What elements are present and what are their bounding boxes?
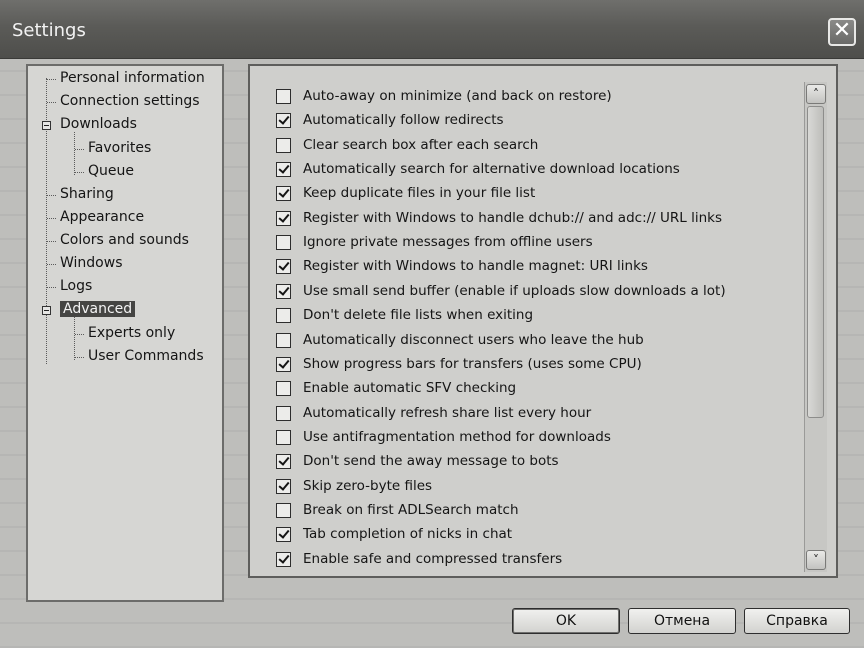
checkbox-checked[interactable]	[276, 357, 291, 372]
tree-item-label: Experts only	[88, 325, 176, 341]
scroll-thumb[interactable]	[807, 106, 824, 418]
checkbox-checked[interactable]	[276, 113, 291, 128]
checkbox-unchecked[interactable]	[276, 381, 291, 396]
tree-item-experts-only[interactable]: Experts only	[88, 325, 175, 341]
tree-line	[74, 317, 75, 360]
tree-item-advanced[interactable]: Advanced	[60, 301, 136, 317]
tree-item-label: Connection settings	[60, 93, 200, 109]
tree-line	[47, 102, 56, 103]
tree-item-logs[interactable]: Logs	[60, 278, 92, 294]
option-label: Break on first ADLSearch match	[303, 502, 519, 518]
checkbox-unchecked[interactable]	[276, 138, 291, 153]
tree-line	[47, 79, 56, 80]
tree-item-sharing[interactable]: Sharing	[60, 186, 114, 202]
tree-item-label: Logs	[60, 278, 93, 294]
tree-item-appearance[interactable]: Appearance	[60, 209, 144, 225]
option-label: Keep duplicate files in your file list	[303, 185, 536, 201]
checkbox-unchecked[interactable]	[276, 308, 291, 323]
option-label: Enable automatic SFV checking	[303, 380, 517, 396]
tree-line	[75, 172, 84, 173]
option-label: Don't delete file lists when exiting	[303, 307, 534, 323]
window-title: Settings	[12, 20, 86, 41]
tree-line	[75, 357, 84, 358]
help-button[interactable]: Справка	[744, 608, 850, 634]
checkbox-checked[interactable]	[276, 186, 291, 201]
options-scrollbar[interactable]: ˄ ˅	[804, 82, 827, 572]
checkbox-checked[interactable]	[276, 162, 291, 177]
tree-item-label: Personal information	[60, 70, 205, 86]
option-label: Automatically refresh share list every h…	[303, 405, 592, 421]
collapse-icon[interactable]	[42, 121, 51, 130]
checkbox-unchecked[interactable]	[276, 430, 291, 445]
tree-item-label: Appearance	[60, 209, 145, 225]
checkbox-checked[interactable]	[276, 211, 291, 226]
option-label: Tab completion of nicks in chat	[303, 526, 513, 542]
checkbox-unchecked[interactable]	[276, 89, 291, 104]
tree-item-colors-and-sounds[interactable]: Colors and sounds	[60, 232, 189, 248]
checkbox-unchecked[interactable]	[276, 235, 291, 250]
tree-item-downloads[interactable]: Downloads	[60, 116, 137, 132]
tree-item-user-commands[interactable]: User Commands	[88, 348, 204, 364]
option-label: Automatically follow redirects	[303, 112, 504, 128]
tree-line	[47, 218, 56, 219]
tree-item-label: Favorites	[88, 140, 152, 156]
tree-item-windows[interactable]: Windows	[60, 255, 123, 271]
tree-item-label: User Commands	[88, 348, 204, 364]
close-icon: ✕	[832, 18, 852, 43]
option-label: Show progress bars for transfers (uses s…	[303, 356, 642, 372]
cancel-button[interactable]: Отмена	[628, 608, 736, 634]
option-label: Use small send buffer (enable if uploads…	[303, 283, 726, 299]
option-label: Enable safe and compressed transfers	[303, 551, 563, 567]
chevron-up-icon: ˄	[813, 87, 819, 101]
tree-line	[74, 132, 75, 175]
tree-item-connection-settings[interactable]: Connection settings	[60, 93, 200, 109]
checkbox-unchecked[interactable]	[276, 503, 291, 518]
option-label: Ignore private messages from offline use…	[303, 234, 593, 250]
chevron-down-icon: ˅	[813, 553, 819, 567]
checkbox-unchecked[interactable]	[276, 406, 291, 421]
option-label: Auto-away on minimize (and back on resto…	[303, 88, 612, 104]
option-label: Use antifragmentation method for downloa…	[303, 429, 611, 445]
title-bar: Settings ✕	[0, 0, 864, 59]
option-label: Register with Windows to handle dchub://…	[303, 210, 722, 226]
tree-line	[47, 264, 56, 265]
checkbox-checked[interactable]	[276, 284, 291, 299]
checkbox-checked[interactable]	[276, 454, 291, 469]
tree-item-queue[interactable]: Queue	[88, 163, 134, 179]
tree-line	[47, 195, 56, 196]
settings-dialog: Settings ✕ Personal information Connectio…	[0, 0, 864, 648]
checkbox-checked[interactable]	[276, 527, 291, 542]
tree-item-label: Colors and sounds	[60, 232, 189, 248]
tree-item-label: Sharing	[60, 186, 114, 202]
scroll-down-button[interactable]: ˅	[806, 550, 826, 570]
tree-line	[75, 334, 84, 335]
scroll-up-button[interactable]: ˄	[806, 84, 826, 104]
option-label: Clear search box after each search	[303, 137, 539, 153]
option-label: Automatically search for alternative dow…	[303, 161, 680, 177]
close-button[interactable]: ✕	[828, 18, 856, 46]
option-label: Automatically disconnect users who leave…	[303, 332, 644, 348]
option-label: Skip zero-byte files	[303, 478, 433, 494]
tree-line	[47, 241, 56, 242]
tree-item-label: Queue	[88, 163, 134, 179]
option-label: Don't send the away message to bots	[303, 453, 559, 469]
tree-item-label: Advanced	[60, 301, 136, 317]
checkbox-checked[interactable]	[276, 552, 291, 567]
tree-line	[47, 287, 56, 288]
ok-button[interactable]: OK	[512, 608, 620, 634]
collapse-icon[interactable]	[42, 306, 51, 315]
tree-item-label: Downloads	[60, 116, 137, 132]
tree-item-favorites[interactable]: Favorites	[88, 140, 151, 156]
checkbox-checked[interactable]	[276, 479, 291, 494]
option-label: Register with Windows to handle magnet: …	[303, 258, 648, 274]
tree-item-personal-information[interactable]: Personal information	[60, 70, 205, 86]
checkbox-checked[interactable]	[276, 259, 291, 274]
checkbox-unchecked[interactable]	[276, 333, 291, 348]
tree-line	[75, 149, 84, 150]
tree-item-label: Windows	[60, 255, 123, 271]
